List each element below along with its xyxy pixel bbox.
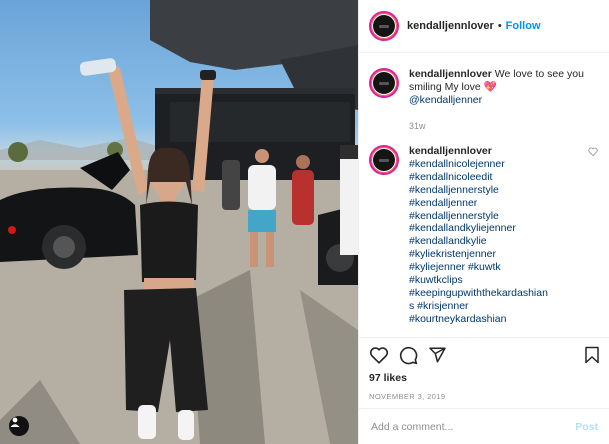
like-button[interactable]	[369, 346, 389, 364]
post-date[interactable]: NOVEMBER 3, 2019	[369, 392, 600, 401]
hashtag-link[interactable]: #kendallnicolejenner	[409, 158, 588, 171]
share-button[interactable]	[428, 346, 447, 364]
comment-icon	[399, 346, 418, 364]
hashtag-link[interactable]: #kendalljennerstyle	[409, 210, 588, 223]
user-tag-icon	[10, 417, 20, 427]
hashtag-link[interactable]: #kendalljennerstyle	[409, 184, 588, 197]
header-username[interactable]: kendalljennlover	[407, 20, 494, 32]
heart-outline-icon	[588, 147, 598, 157]
like-count[interactable]: 97 likes	[369, 372, 600, 384]
avatar[interactable]	[369, 145, 399, 175]
comment-like-button[interactable]	[588, 147, 600, 326]
comment-body: kendalljennlover #kendallnicolejenner #k…	[409, 145, 588, 326]
comments-section[interactable]: kendalljennlover We love to see you smil…	[359, 60, 609, 336]
hashtag-link[interactable]: #keepingupwiththekardashian	[409, 287, 588, 300]
bookmark-icon	[585, 346, 599, 364]
comment-button[interactable]	[399, 346, 418, 365]
heart-emoji: 💖	[483, 81, 497, 93]
photo-illustration	[0, 0, 358, 444]
hashtag-link[interactable]: #kyliejenner #kuwtk	[409, 261, 588, 274]
hashtag-link[interactable]: #kourtneykardashian	[409, 313, 588, 326]
post-header: kendalljennlover • Follow	[359, 0, 609, 53]
heart-icon	[369, 347, 389, 364]
caption: kendalljennlover We love to see you smil…	[369, 68, 600, 133]
save-button[interactable]	[584, 346, 600, 364]
avatar[interactable]	[369, 11, 399, 41]
mention-link[interactable]: @kendalljenner	[409, 94, 482, 106]
comment-username[interactable]: kendalljennlover	[409, 145, 492, 157]
hashtag-link[interactable]: s #krisjenner	[409, 300, 588, 313]
caption-age[interactable]: 31w	[409, 120, 600, 133]
user-tag-button[interactable]	[9, 416, 29, 436]
caption-username[interactable]: kendalljennlover	[409, 68, 492, 80]
comment-item: kendalljennlover #kendallnicolejenner #k…	[369, 145, 600, 326]
separator-dot: •	[497, 20, 502, 32]
post-sidebar: kendalljennlover • Follow kendalljennlov…	[358, 0, 609, 444]
comment-input[interactable]: Add a comment...	[371, 421, 575, 433]
hashtag-link[interactable]: #kendallandkyliejenner	[409, 222, 588, 235]
post-comment-button[interactable]: Post	[575, 421, 598, 433]
hashtag-link[interactable]: #kendalljenner	[409, 197, 588, 210]
follow-button[interactable]: Follow	[506, 20, 541, 32]
action-bar: 97 likes NOVEMBER 3, 2019	[359, 337, 609, 407]
hashtag-link[interactable]: #kendallnicoleedit	[409, 171, 588, 184]
add-comment-bar: Add a comment... Post	[359, 408, 609, 444]
avatar[interactable]	[369, 68, 399, 98]
caption-body: kendalljennlover We love to see you smil…	[409, 68, 600, 133]
action-icons	[369, 338, 600, 372]
share-icon	[429, 347, 446, 363]
hashtag-link[interactable]: #kuwtkclips	[409, 274, 588, 287]
post-photo[interactable]	[0, 0, 358, 444]
hashtag-link[interactable]: #kendallandkylie	[409, 235, 588, 248]
hashtag-link[interactable]: #kyliekristenjenner	[409, 248, 588, 261]
